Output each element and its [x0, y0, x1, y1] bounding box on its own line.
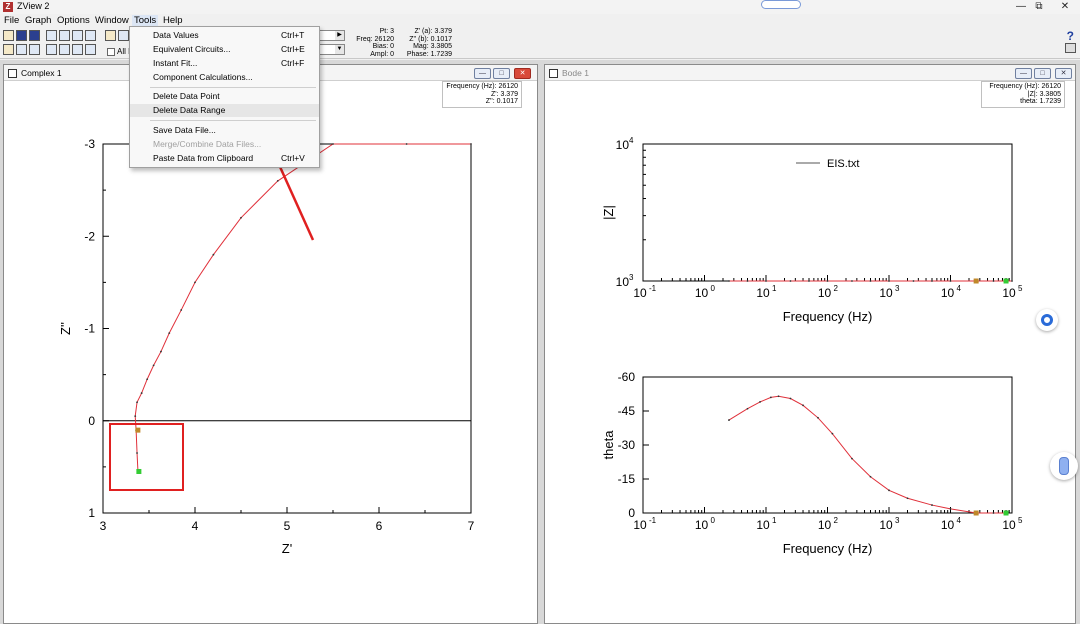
plot-window-icon [8, 69, 17, 78]
bode-window-icon [549, 69, 558, 78]
menu-item-label: Delete Data Range [153, 105, 226, 115]
status-mag: Mag: 3.3805 [413, 43, 452, 50]
menu-file[interactable]: File [4, 15, 19, 26]
taskbar-search-pill[interactable] [761, 0, 801, 9]
bode-plot-window[interactable]: Bode 1 — □ ✕ Frequency (Hz): 26120 |Z|: … [544, 64, 1076, 624]
menu-item-shortcut: Ctrl+F [281, 58, 305, 68]
status-readout-left: Pt: 3 Freq: 26120 Bias: 0 Ampl: 0 [348, 28, 394, 58]
all-files-checkbox[interactable] [107, 48, 115, 56]
open-file-icon[interactable] [3, 30, 14, 41]
menu-item-delete-data-point[interactable]: Delete Data Point [130, 90, 319, 103]
dataset-combo-bottom[interactable]: ▼ [318, 44, 345, 55]
title-bar: Z ZView 2 — ⧉ ✕ [0, 0, 1080, 14]
menu-item-label: Instant Fit... [153, 58, 198, 68]
assistant-ring-icon [1041, 314, 1053, 326]
complex-info-zimag: Z'': 0.1017 [485, 98, 518, 105]
status-ampl: Ampl: 0 [370, 50, 394, 58]
magnify-icon[interactable] [59, 44, 70, 55]
menu-item-label: Component Calculations... [153, 72, 253, 82]
menu-separator [150, 120, 316, 121]
tools-dropdown-menu: Data Values Ctrl+T Equivalent Circuits...… [129, 26, 320, 168]
tool-capsule-icon [1059, 457, 1069, 475]
cursor-icon[interactable] [105, 30, 116, 41]
menu-separator [150, 87, 316, 88]
close-button[interactable]: ✕ [1050, 0, 1080, 14]
menu-item-component-calculations[interactable]: Component Calculations... [130, 71, 319, 84]
complex-window-title: Complex 1 [21, 68, 62, 78]
menu-item-label: Paste Data from Clipboard [153, 153, 254, 163]
bode-info-theta: theta: 1.7239 [1020, 98, 1061, 105]
complex-close-button[interactable]: ✕ [514, 68, 531, 79]
print-icon[interactable] [46, 30, 57, 41]
menu-tools[interactable]: Tools [132, 15, 159, 26]
status-readout-right: Z' (a): 3.379 Z'' (b): 0.1017 Mag: 3.380… [398, 28, 452, 58]
menu-item-label: Data Values [153, 30, 199, 40]
menu-item-instant-fit[interactable]: Instant Fit... Ctrl+F [130, 57, 319, 70]
combo-arrow-right-icon: ▶ [335, 31, 344, 40]
complex-maximize-button[interactable]: □ [493, 68, 510, 79]
menu-item-equivalent-circuits[interactable]: Equivalent Circuits... Ctrl+E [130, 43, 319, 56]
complex-info-frequency: Frequency (Hz): 26120 [446, 83, 518, 90]
status-z-real: Z' (a): 3.379 [414, 28, 452, 35]
zview-logo-icon: Z [3, 2, 13, 12]
menu-item-shortcut: Ctrl+V [281, 153, 305, 163]
menu-item-merge-combine: Merge/Combine Data Files... [130, 138, 319, 151]
save-icon[interactable] [16, 30, 27, 41]
menu-item-shortcut: Ctrl+E [281, 44, 305, 54]
bode-info-box: Frequency (Hz): 26120 |Z|: 3.3805 theta:… [981, 81, 1065, 108]
status-bias: Bias: 0 [372, 43, 394, 50]
bode-close-button[interactable]: ✕ [1055, 68, 1072, 79]
menu-item-delete-data-range[interactable]: Delete Data Range [130, 104, 319, 117]
data-point-icon[interactable] [118, 30, 129, 41]
status-freq: Freq: 26120 [356, 35, 394, 43]
menu-item-paste-clipboard[interactable]: Paste Data from Clipboard Ctrl+V [130, 152, 319, 165]
bode-restore-button[interactable]: □ [1034, 68, 1051, 79]
floating-assistant-button[interactable] [1036, 309, 1058, 331]
magnify-plus-icon[interactable] [72, 44, 83, 55]
save-as-icon[interactable] [29, 30, 40, 41]
menu-item-data-values[interactable]: Data Values Ctrl+T [130, 29, 319, 42]
menu-item-shortcut: Ctrl+T [281, 30, 305, 40]
table-icon[interactable] [29, 44, 40, 55]
magnify-minus-icon[interactable] [85, 44, 96, 55]
zoom-out-icon[interactable] [72, 30, 83, 41]
help-context-icon[interactable] [1065, 43, 1076, 53]
grid-icon[interactable] [16, 44, 27, 55]
menu-graph[interactable]: Graph [25, 15, 51, 26]
menu-options[interactable]: Options [57, 15, 90, 26]
bode-info-frequency: Frequency (Hz): 26120 [989, 83, 1061, 90]
chart-layout-icon[interactable] [46, 44, 57, 55]
bode-minimize-button[interactable]: — [1015, 68, 1032, 79]
bode-window-title: Bode 1 [562, 68, 589, 78]
status-phase: Phase: 1.7239 [406, 50, 452, 58]
menu-window[interactable]: Window [95, 15, 129, 26]
dataset-combo-top[interactable]: ▶ [318, 30, 345, 41]
bode-info-magnitude: |Z|: 3.3805 [1027, 90, 1061, 98]
menu-item-label: Merge/Combine Data Files... [153, 139, 262, 149]
help-question-icon[interactable]: ? [1067, 29, 1074, 43]
complex-info-zreal: Z': 3.379 [490, 90, 518, 98]
complex-minimize-button[interactable]: — [474, 68, 491, 79]
combo-arrow-down-icon: ▼ [335, 45, 344, 54]
menu-item-save-data-file[interactable]: Save Data File... [130, 124, 319, 137]
folder-icon[interactable] [3, 44, 14, 55]
menu-item-label: Save Data File... [153, 125, 216, 135]
menu-help[interactable]: Help [163, 15, 183, 26]
menu-item-label: Equivalent Circuits... [153, 44, 231, 54]
status-pt: Pt: 3 [379, 28, 394, 35]
zoom-fit-icon[interactable] [85, 30, 96, 41]
window-title: ZView 2 [17, 1, 50, 11]
status-z-imag: Z'' (b): 0.1017 [409, 35, 452, 43]
menu-item-label: Delete Data Point [153, 91, 220, 101]
bode-window-titlebar[interactable]: Bode 1 — □ ✕ [545, 65, 1075, 81]
floating-tool-button[interactable] [1050, 452, 1078, 480]
complex-info-box: Frequency (Hz): 26120 Z': 3.379 Z'': 0.1… [442, 81, 522, 108]
zoom-in-icon[interactable] [59, 30, 70, 41]
